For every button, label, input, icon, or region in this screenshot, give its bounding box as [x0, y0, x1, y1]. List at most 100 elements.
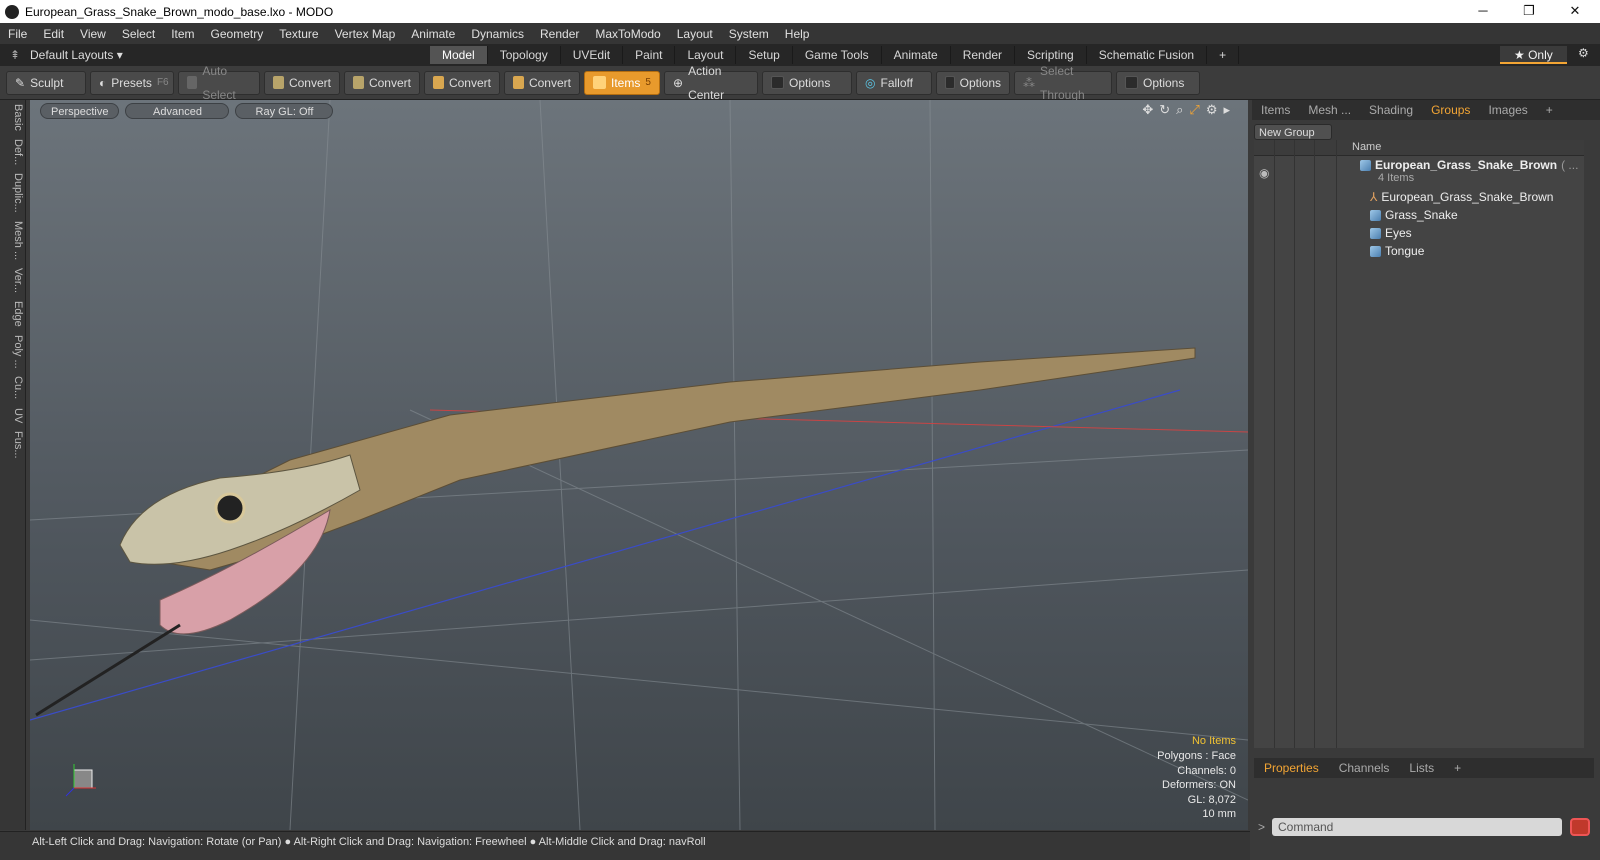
select-options-button[interactable]: Options	[1116, 70, 1200, 95]
auto-select-button[interactable]: Auto Select	[178, 64, 260, 102]
group-child-item[interactable]: ⅄ European_Grass_Snake_Brown	[1370, 190, 1553, 204]
convert-polygon-button[interactable]: Convert	[424, 70, 500, 95]
action-options-button[interactable]: Options	[762, 70, 852, 95]
snake-tongue	[35, 623, 181, 717]
menu-system[interactable]: System	[721, 27, 777, 41]
shading-dropdown[interactable]: Advanced	[125, 103, 230, 119]
expand-icon[interactable]: ▸	[1223, 102, 1236, 117]
layout-collapse-icon[interactable]: ⇞	[0, 48, 30, 62]
menu-texture[interactable]: Texture	[271, 27, 326, 41]
add-tab-button[interactable]: +	[1207, 46, 1240, 64]
lefttab-basic[interactable]: Basic	[0, 100, 24, 135]
group-child-item[interactable]: Tongue	[1370, 244, 1424, 258]
close-button[interactable]: ✕	[1552, 0, 1598, 23]
pan-icon[interactable]: ✥	[1142, 102, 1159, 117]
fit-icon[interactable]: ⤢	[1189, 102, 1205, 117]
cube-icon	[187, 76, 198, 89]
convert-icon	[273, 76, 284, 89]
visibility-eye-icon[interactable]: ◉	[1259, 166, 1269, 180]
convert-item-button[interactable]: Convert	[504, 70, 580, 95]
lefttab-curve[interactable]: Cu...	[0, 372, 24, 403]
menu-help[interactable]: Help	[777, 27, 818, 41]
rotate-icon[interactable]: ↻	[1159, 102, 1176, 117]
mesh-icon	[1370, 245, 1381, 257]
action-center-button[interactable]: ⊕ Action Center	[664, 64, 758, 102]
record-button[interactable]	[1570, 818, 1590, 836]
items-mode-button[interactable]: Items 5	[584, 70, 660, 95]
title-bar: European_Grass_Snake_Brown_modo_base.lxo…	[0, 0, 1600, 23]
maximize-button[interactable]: ❐	[1506, 0, 1552, 23]
raygl-toggle[interactable]: Ray GL: Off	[235, 103, 334, 119]
menu-geometry[interactable]: Geometry	[203, 27, 272, 41]
only-toggle[interactable]: ★ Only	[1500, 46, 1567, 64]
group-child-item[interactable]: Grass_Snake	[1370, 208, 1458, 222]
unit-info: 10 mm	[1202, 808, 1236, 821]
command-input[interactable]: Command	[1272, 818, 1562, 836]
convert-edge-button[interactable]: Convert	[344, 70, 420, 95]
new-group-button[interactable]: New Group	[1254, 124, 1332, 140]
tab-properties[interactable]: Properties	[1254, 761, 1329, 775]
tab-channels[interactable]: Channels	[1329, 761, 1400, 775]
menu-vertex-map[interactable]: Vertex Map	[327, 27, 404, 41]
menu-item[interactable]: Item	[163, 27, 202, 41]
tab-items[interactable]: Items	[1252, 103, 1299, 117]
viewport-settings-icon[interactable]: ⚙	[1206, 102, 1224, 117]
viewport-nav-icons: ✥↻⌕⤢⚙▸	[1142, 102, 1236, 118]
tab-model[interactable]: Model	[430, 46, 488, 64]
select-through-button[interactable]: ⁂ Select Through	[1014, 64, 1112, 102]
tab-game-tools[interactable]: Game Tools	[793, 46, 882, 64]
3d-viewport[interactable]: Perspective Advanced Ray GL: Off ✥↻⌕⤢⚙▸ …	[30, 100, 1248, 830]
falloff-options-button[interactable]: Options	[936, 70, 1010, 95]
presets-button[interactable]: ◐ Presets F6	[90, 70, 174, 95]
lefttab-duplicate[interactable]: Duplic...	[0, 169, 24, 217]
menu-animate[interactable]: Animate	[403, 27, 463, 41]
lefttab-polygon[interactable]: Poly ...	[0, 331, 24, 373]
tab-groups[interactable]: Groups	[1422, 103, 1479, 117]
group-row[interactable]: European_Grass_Snake_Brown( ...	[1360, 158, 1578, 172]
convert-vertex-button[interactable]: Convert	[264, 70, 340, 95]
zoom-icon[interactable]: ⌕	[1176, 102, 1189, 117]
lefttab-vertex[interactable]: Ver...	[0, 264, 24, 297]
gear-icon[interactable]: ⚙	[1578, 46, 1589, 60]
menu-dynamics[interactable]: Dynamics	[463, 27, 532, 41]
menu-layout[interactable]: Layout	[669, 27, 721, 41]
menu-render[interactable]: Render	[532, 27, 587, 41]
tab-paint[interactable]: Paint	[623, 46, 676, 64]
group-child-item[interactable]: Eyes	[1370, 226, 1412, 240]
tab-topology[interactable]: Topology	[488, 46, 561, 64]
add-panel-tab-icon[interactable]: +	[1537, 103, 1562, 117]
target-icon: ⊕	[673, 75, 684, 90]
lefttab-deform[interactable]: Def...	[0, 135, 24, 169]
lefttab-fusion[interactable]: Fus...	[0, 427, 24, 463]
checkbox-icon	[771, 76, 784, 89]
tab-schematic-fusion[interactable]: Schematic Fusion	[1087, 46, 1208, 64]
tab-shading[interactable]: Shading	[1360, 103, 1422, 117]
tab-lists[interactable]: Lists	[1399, 761, 1444, 775]
snake-eye	[214, 492, 246, 524]
menu-select[interactable]: Select	[114, 27, 163, 41]
menu-view[interactable]: View	[72, 27, 114, 41]
view-type-dropdown[interactable]: Perspective	[40, 103, 120, 119]
minimize-button[interactable]: ─	[1460, 0, 1506, 23]
lefttab-uv[interactable]: UV	[0, 404, 24, 427]
sculpt-button[interactable]: ✎ Sculpt	[6, 70, 86, 95]
command-prompt-icon: >	[1258, 820, 1266, 834]
lefttab-mesh[interactable]: Mesh ...	[0, 217, 24, 264]
convert-icon	[513, 76, 524, 89]
falloff-button[interactable]: ◎ Falloff	[856, 70, 932, 95]
column-divider	[1314, 140, 1315, 748]
menu-edit[interactable]: Edit	[35, 27, 72, 41]
tab-uvedit[interactable]: UVEdit	[561, 46, 624, 64]
selection-info: No Items	[1191, 735, 1236, 748]
tab-animate[interactable]: Animate	[882, 46, 951, 64]
menu-file[interactable]: File	[0, 27, 35, 41]
viewport-header: Perspective Advanced Ray GL: Off	[40, 103, 339, 119]
right-panel: Items Mesh ... Shading Groups Images + N…	[1252, 100, 1600, 860]
lefttab-edge[interactable]: Edge	[0, 297, 24, 331]
tab-images[interactable]: Images	[1479, 103, 1536, 117]
add-properties-tab-icon[interactable]: +	[1444, 761, 1471, 775]
tab-mesh[interactable]: Mesh ...	[1299, 103, 1360, 117]
menu-maxtomodo[interactable]: MaxToModo	[587, 27, 668, 41]
name-column-header[interactable]: Name	[1352, 141, 1381, 153]
tab-render[interactable]: Render	[951, 46, 1016, 64]
